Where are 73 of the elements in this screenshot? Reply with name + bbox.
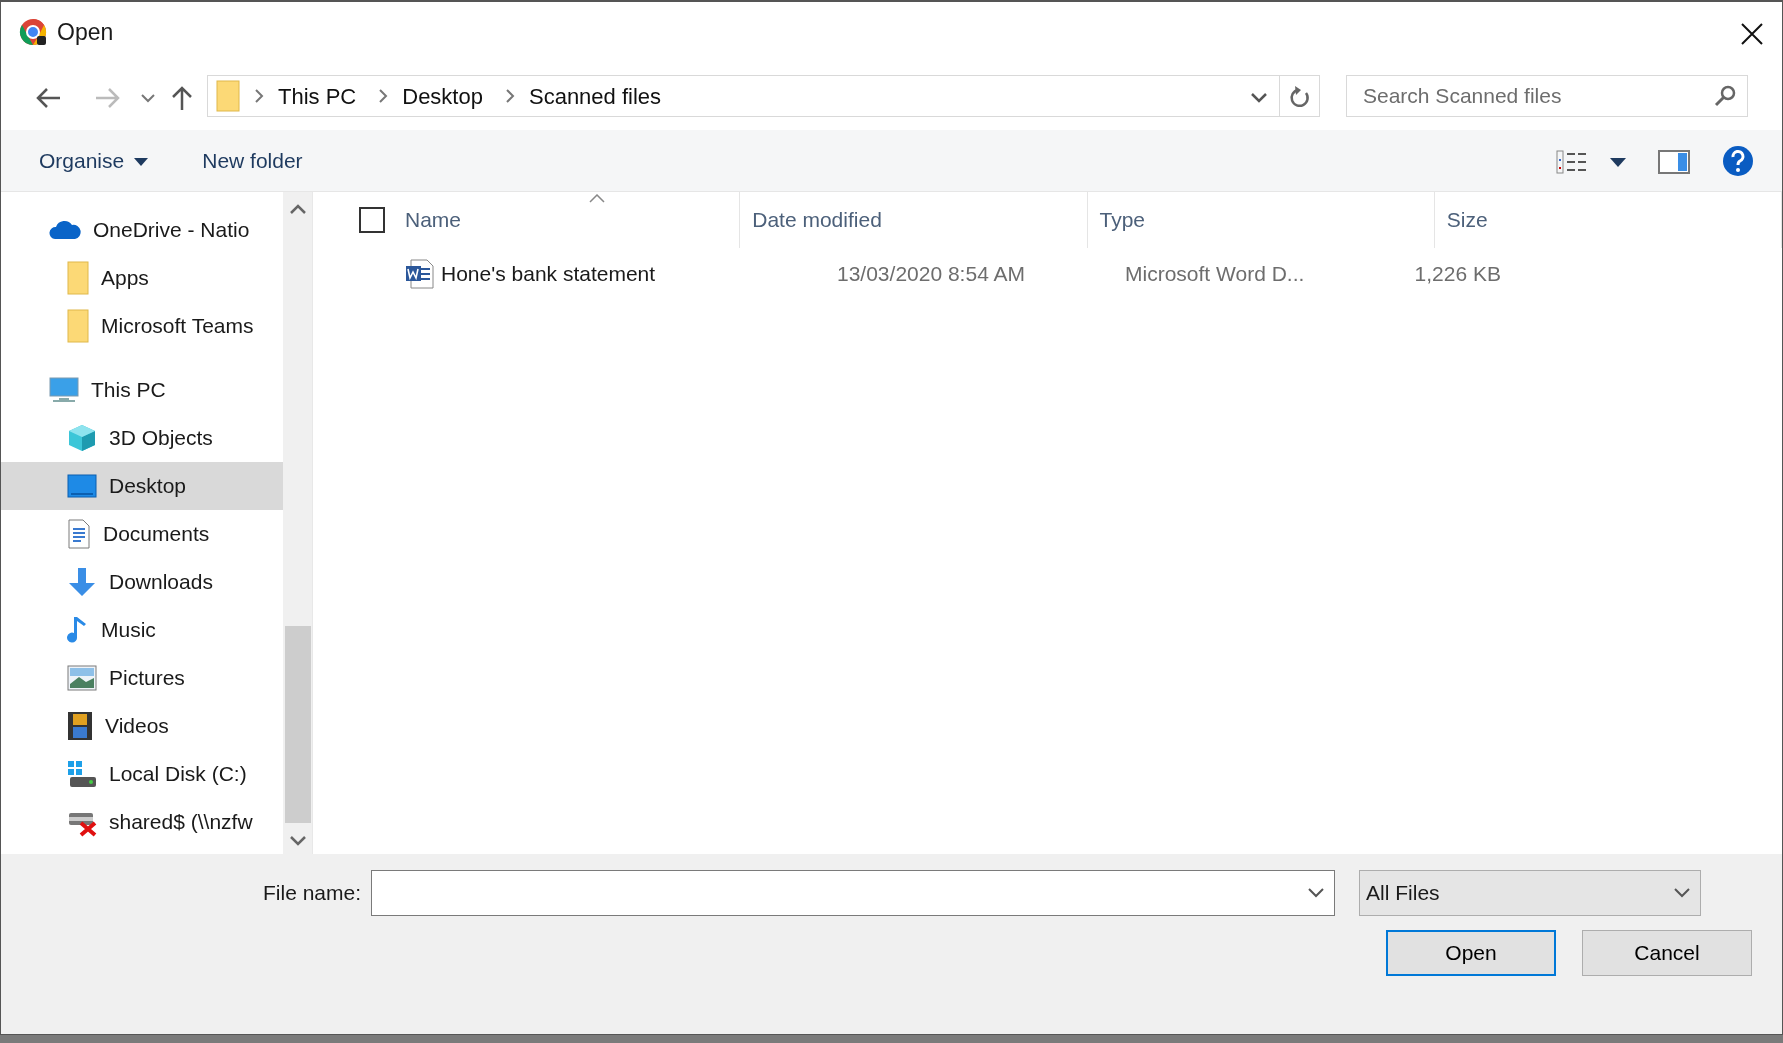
file-name-label: File name: — [263, 880, 362, 907]
sidebar-item[interactable]: 3D Objects — [1, 414, 283, 462]
search-field[interactable]: Search Scanned files — [1346, 75, 1748, 117]
folder-icon — [67, 309, 89, 343]
help-icon — [1722, 145, 1754, 178]
cube-icon — [67, 423, 97, 453]
chevron-down-icon — [141, 92, 155, 103]
sort-ascending-icon — [589, 194, 605, 203]
list-view-icon — [1556, 150, 1588, 175]
sidebar-item[interactable]: Pictures — [1, 654, 283, 702]
sidebar-item[interactable]: Apps — [1, 254, 283, 302]
folder-icon — [67, 261, 89, 295]
date-cell-text: 13/03/2020 8:54 AM — [836, 261, 1026, 288]
caret-down-icon — [134, 158, 149, 167]
folder-icon — [216, 80, 240, 112]
window-title: Open — [57, 17, 114, 47]
sidebar-item[interactable]: Microsoft Teams — [1, 302, 283, 350]
film-icon — [67, 711, 93, 741]
toolbar-button[interactable]: New folder — [192, 138, 313, 183]
back-arrow-icon — [35, 86, 61, 109]
chevron-down-icon — [1250, 91, 1268, 104]
breadcrumb[interactable]: This PC — [270, 79, 365, 113]
search-icon — [1714, 85, 1736, 107]
chevron-right-icon — [254, 89, 264, 103]
address-bar[interactable]: This PC Desktop Scanned files — [207, 75, 1320, 117]
file-name: Hone's bank statement — [441, 261, 656, 288]
breadcrumb[interactable]: Desktop — [394, 79, 491, 113]
scroll-down-icon — [289, 836, 306, 846]
forward-arrow-icon — [95, 86, 121, 109]
document-icon — [67, 519, 91, 549]
preview-pane-icon — [1658, 150, 1690, 175]
word-document-icon — [405, 259, 435, 289]
cloud-icon — [49, 219, 81, 241]
select-all-checkbox[interactable] — [359, 207, 385, 233]
sidebar-item[interactable]: shared$ (\\nzfw — [1, 798, 283, 846]
close-icon — [1741, 22, 1763, 45]
chevron-down-icon — [1308, 888, 1325, 898]
music-note-icon — [67, 615, 89, 645]
sidebar-item[interactable]: OneDrive - Natio — [1, 206, 283, 254]
dialog-button[interactable]: Cancel — [1582, 930, 1752, 976]
refresh-icon — [1288, 85, 1311, 110]
sidebar-item[interactable]: Local Disk (C:) — [1, 750, 283, 798]
file-row[interactable]: Hone's bank statement 13/03/2020 8:54 AM Microsoft Word D... 1,226 KB — [337, 248, 1782, 300]
caret-down-icon — [1610, 157, 1626, 167]
type-cell-text: Microsoft Word D... — [1124, 261, 1306, 288]
column-header[interactable]: Name — [405, 192, 741, 248]
breadcrumb[interactable]: Scanned files — [520, 79, 670, 113]
down-arrow-icon — [67, 567, 97, 597]
sidebar-item[interactable]: Videos — [1, 702, 283, 750]
sidebar-item[interactable]: Music — [1, 606, 283, 654]
sidebar-item[interactable]: Downloads — [1, 558, 283, 606]
sidebar-item[interactable]: Desktop — [1, 462, 283, 510]
chevron-down-icon — [1674, 888, 1691, 898]
app-icon — [19, 18, 47, 46]
chevron-right-icon — [378, 89, 389, 103]
sidebar-item[interactable]: Documents — [1, 510, 283, 558]
file-type-dropdown[interactable]: All Files — [1359, 870, 1702, 916]
file-name-field[interactable] — [371, 870, 1336, 916]
size-cell-text: 1,226 KB — [1413, 261, 1502, 288]
column-header[interactable]: Type — [1087, 192, 1435, 248]
column-header[interactable]: Date modified — [740, 192, 1088, 248]
sidebar-item[interactable]: This PC — [1, 366, 283, 414]
picture-icon — [67, 665, 97, 691]
drive-icon — [67, 760, 97, 788]
scroll-up-icon — [289, 204, 306, 214]
chevron-right-icon — [504, 89, 515, 103]
dialog-button[interactable]: Open — [1386, 930, 1556, 976]
menu-button[interactable]: Organise — [29, 138, 159, 183]
desktop-icon — [67, 474, 97, 498]
computer-icon — [49, 377, 79, 403]
up-arrow-icon — [171, 84, 193, 111]
column-header[interactable]: Size — [1434, 192, 1782, 248]
scrollbar-thumb[interactable] — [284, 626, 311, 823]
